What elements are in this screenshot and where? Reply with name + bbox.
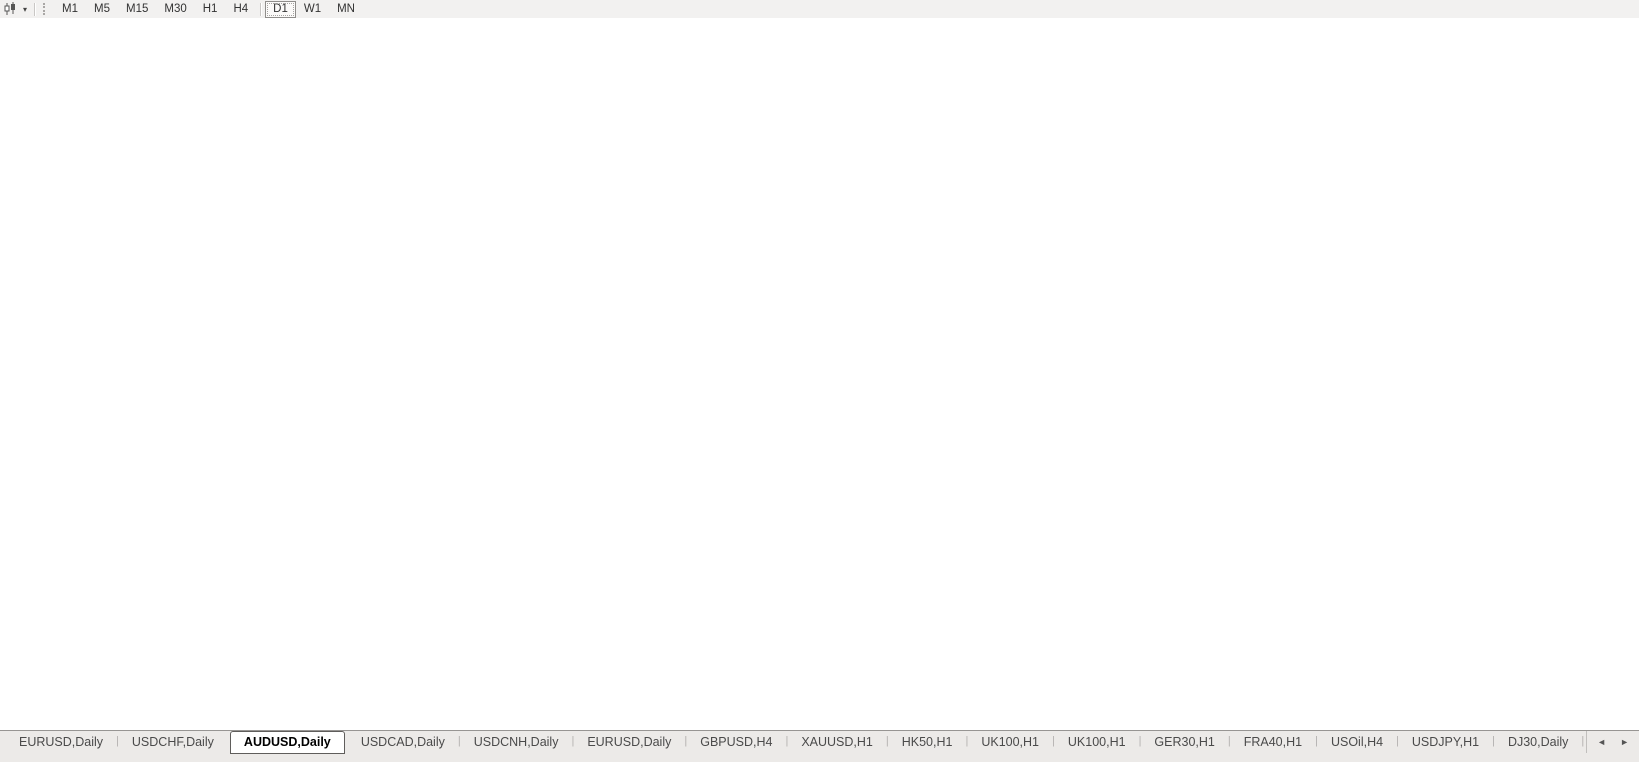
chart-tab-uk100-h1[interactable]: UK100,H1 (1055, 731, 1139, 752)
timeframe-button-M30[interactable]: M30 (156, 1, 194, 18)
chart-type-dropdown-icon[interactable]: ▾ (20, 5, 30, 14)
timeframe-button-M5[interactable]: M5 (86, 1, 118, 18)
timeframe-button-W1[interactable]: W1 (296, 1, 329, 18)
chart-tab-hk50-h1[interactable]: HK50,H1 (889, 731, 966, 752)
timeframe-button-M1[interactable]: M1 (54, 1, 86, 18)
chart-tab-usdcnh-daily[interactable]: USDCNH,Daily (461, 731, 572, 752)
toolbar-separator (34, 3, 35, 16)
mt4-chart-svg (0, 18, 1639, 730)
chart-tab-xauusd-h1[interactable]: XAUUSD,H1 (788, 731, 886, 752)
bottom-tab-bar: EURUSD,Daily | USDCHF,Daily AUDUSD,Daily U… (0, 730, 1639, 762)
tab-scroll-left-icon[interactable]: ◄ (1597, 737, 1606, 747)
timeframe-button-M15[interactable]: M15 (118, 1, 156, 18)
chart-tab-eurusd-daily[interactable]: EURUSD,Daily (6, 731, 116, 752)
chart-tab-ger30-h1[interactable]: GER30,H1 (1141, 731, 1227, 752)
chart-tab-usoil-h4[interactable]: USOil,H4 (1318, 731, 1396, 752)
top-toolbar: ▾ M1M5M15M30H1H4 D1W1MN (0, 0, 1639, 19)
timeframe-button-MN[interactable]: MN (329, 1, 363, 18)
tab-separator: | (1581, 731, 1584, 747)
tab-scroll-nav: ◄ ► (1586, 731, 1639, 753)
timeframe-button-D1[interactable]: D1 (265, 1, 296, 18)
chart-tab-fra40-h1[interactable]: FRA40,H1 (1231, 731, 1315, 752)
chart-tab-usdjpy-h1[interactable]: USDJPY,H1 (1399, 731, 1492, 752)
candlestick-chart-icon[interactable] (0, 1, 20, 17)
chart-tab-usdcad-daily[interactable]: USDCAD,Daily (348, 731, 458, 752)
chart-tab-dj30-daily[interactable]: DJ30,Daily (1495, 731, 1581, 752)
chart-tab-eurusd-daily[interactable]: EURUSD,Daily (574, 731, 684, 752)
timeframe-button-H4[interactable]: H4 (225, 1, 256, 18)
chart-tab-audusd-daily[interactable]: AUDUSD,Daily (230, 731, 345, 754)
chart-tab-usdchf-daily[interactable]: USDCHF,Daily (119, 731, 227, 752)
chart-tab-uk100-h1[interactable]: UK100,H1 (968, 731, 1052, 752)
toolbar-grip-handle[interactable] (43, 3, 48, 15)
chart-tab-gbpusd-h4[interactable]: GBPUSD,H4 (687, 731, 785, 752)
chart-area (0, 18, 1639, 730)
toolbar-separator (260, 3, 261, 16)
tab-scroll-right-icon[interactable]: ► (1620, 737, 1629, 747)
timeframe-button-H1[interactable]: H1 (195, 1, 226, 18)
